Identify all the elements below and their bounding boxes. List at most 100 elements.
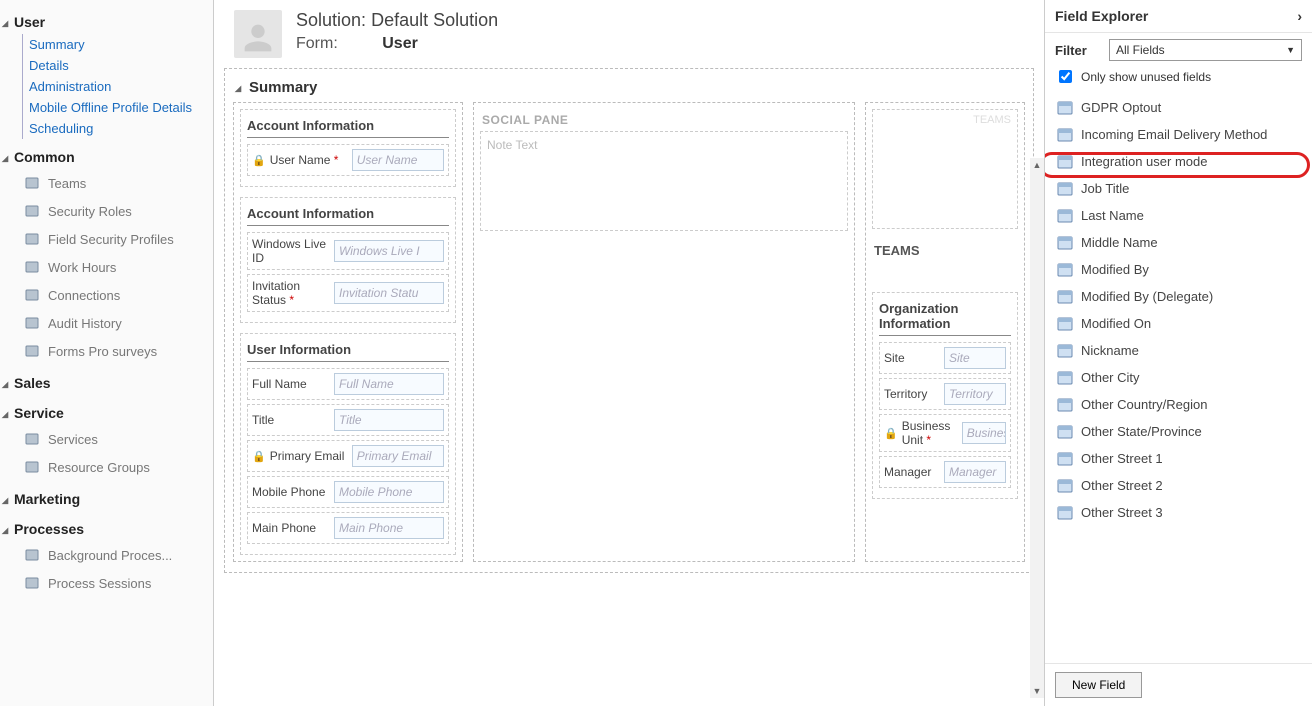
form-field-full-name[interactable]: Full NameFull Name (247, 368, 449, 400)
explorer-field-label: Modified By (1081, 262, 1149, 277)
chevron-right-icon[interactable]: › (1297, 8, 1302, 24)
field-icon (1057, 425, 1073, 439)
nav-section-service[interactable]: Service (0, 401, 213, 425)
explorer-field-other-street-1[interactable]: Other Street 1 (1051, 445, 1306, 472)
section-title[interactable]: Summary (233, 75, 1025, 102)
scroll-up-icon[interactable]: ▲ (1033, 158, 1042, 172)
form-field-main-phone[interactable]: Main PhoneMain Phone (247, 512, 449, 544)
nav-item-background-proces-[interactable]: Background Proces... (0, 541, 213, 569)
explorer-field-gdpr-optout[interactable]: GDPR Optout (1051, 94, 1306, 121)
nav-item-services[interactable]: Services (0, 425, 213, 453)
field-placeholder[interactable]: Invitation Statu (334, 282, 444, 304)
explorer-field-modified-on[interactable]: Modified On (1051, 310, 1306, 337)
field-placeholder[interactable]: Territory (944, 383, 1006, 405)
nav-section-common[interactable]: Common (0, 145, 213, 169)
field-placeholder[interactable]: Site (944, 347, 1006, 369)
form-column-3[interactable]: TEAMS TEAMS Organization Information Sit… (865, 102, 1025, 562)
field-explorer-title: Field Explorer (1055, 8, 1148, 24)
explorer-field-other-country-region[interactable]: Other Country/Region (1051, 391, 1306, 418)
entity-icon (24, 259, 40, 275)
field-icon (1057, 263, 1073, 277)
field-placeholder[interactable]: Primary Email (352, 445, 444, 467)
form-field-user-name[interactable]: 🔒User Name *User Name (247, 144, 449, 176)
nav-sublink-summary[interactable]: Summary (22, 34, 213, 55)
social-pane-title: SOCIAL PANE (480, 109, 848, 131)
section-summary[interactable]: Summary Account Information 🔒User Name *… (224, 68, 1034, 573)
form-field-primary-email[interactable]: 🔒Primary EmailPrimary Email (247, 440, 449, 472)
form-field-manager[interactable]: ManagerManager (879, 456, 1011, 488)
form-field-title[interactable]: TitleTitle (247, 404, 449, 436)
field-placeholder[interactable]: Business U (962, 422, 1006, 444)
field-explorer: Field Explorer › Filter All Fields Only … (1044, 0, 1312, 706)
form-column-2[interactable]: SOCIAL PANE Note Text (473, 102, 855, 562)
field-label: Invitation Status * (252, 279, 330, 307)
group-user-info[interactable]: User Information Full NameFull NameTitle… (240, 333, 456, 555)
explorer-field-middle-name[interactable]: Middle Name (1051, 229, 1306, 256)
nav-item-audit-history[interactable]: Audit History (0, 309, 213, 337)
nav-item-security-roles[interactable]: Security Roles (0, 197, 213, 225)
lock-icon: 🔒 (884, 427, 898, 440)
explorer-field-other-street-2[interactable]: Other Street 2 (1051, 472, 1306, 499)
explorer-field-nickname[interactable]: Nickname (1051, 337, 1306, 364)
only-unused-checkbox[interactable] (1059, 70, 1072, 83)
nav-sublink-scheduling[interactable]: Scheduling (22, 118, 213, 139)
explorer-field-other-state-province[interactable]: Other State/Province (1051, 418, 1306, 445)
form-field-site[interactable]: Site Site (879, 342, 1011, 374)
field-placeholder[interactable]: User Name (352, 149, 444, 171)
group-account-info-2[interactable]: Account Information Windows Live IDWindo… (240, 197, 456, 323)
nav-section-sales[interactable]: Sales (0, 371, 213, 395)
explorer-field-modified-by[interactable]: Modified By (1051, 256, 1306, 283)
nav-sublink-mobile-offline-profile-details[interactable]: Mobile Offline Profile Details (22, 97, 213, 118)
explorer-field-label: Job Title (1081, 181, 1129, 196)
explorer-field-job-title[interactable]: Job Title (1051, 175, 1306, 202)
nav-item-label: Security Roles (48, 204, 132, 219)
field-placeholder[interactable]: Main Phone (334, 517, 444, 539)
form-field-windows-live-id[interactable]: Windows Live IDWindows Live I (247, 232, 449, 270)
filter-select[interactable]: All Fields (1109, 39, 1302, 61)
nav-item-teams[interactable]: Teams (0, 169, 213, 197)
scroll-down-icon[interactable]: ▼ (1033, 684, 1042, 698)
explorer-field-incoming-email-delivery-method[interactable]: Incoming Email Delivery Method (1051, 121, 1306, 148)
nav-entity-header[interactable]: User (0, 10, 213, 34)
explorer-field-modified-by-delegate-[interactable]: Modified By (Delegate) (1051, 283, 1306, 310)
field-label: Site (884, 351, 940, 365)
avatar (234, 10, 282, 58)
field-icon (1057, 317, 1073, 331)
group-org-info[interactable]: Organization Information SiteSiteTerrito… (872, 292, 1018, 499)
new-field-button[interactable]: New Field (1055, 672, 1142, 698)
nav-item-process-sessions[interactable]: Process Sessions (0, 569, 213, 597)
nav-sublink-administration[interactable]: Administration (22, 76, 213, 97)
nav-item-forms-pro-surveys[interactable]: Forms Pro surveys (0, 337, 213, 365)
form-field-business-unit[interactable]: 🔒Business Unit *Business U (879, 414, 1011, 452)
teams-subgrid[interactable]: TEAMS (872, 109, 1018, 229)
canvas-scrollbar[interactable]: ▲ ▼ (1030, 158, 1044, 698)
explorer-field-label: Other State/Province (1081, 424, 1202, 439)
form-field-mobile-phone[interactable]: Mobile Phone Mobile Phone (247, 476, 449, 508)
group-account-info-1[interactable]: Account Information 🔒User Name *User Nam… (240, 109, 456, 187)
field-label: Mobile Phone (252, 485, 330, 499)
field-placeholder[interactable]: Mobile Phone (334, 481, 444, 503)
form-column-1[interactable]: Account Information 🔒User Name *User Nam… (233, 102, 463, 562)
nav-item-field-security-profiles[interactable]: Field Security Profiles (0, 225, 213, 253)
field-placeholder[interactable]: Manager (944, 461, 1006, 483)
social-pane-body[interactable]: Note Text (480, 131, 848, 231)
nav-item-label: Audit History (48, 316, 122, 331)
explorer-field-other-street-3[interactable]: Other Street 3 (1051, 499, 1306, 526)
explorer-field-label: Nickname (1081, 343, 1139, 358)
nav-section-marketing[interactable]: Marketing (0, 487, 213, 511)
explorer-field-last-name[interactable]: Last Name (1051, 202, 1306, 229)
nav-item-work-hours[interactable]: Work Hours (0, 253, 213, 281)
field-placeholder[interactable]: Title (334, 409, 444, 431)
nav-item-label: Forms Pro surveys (48, 344, 157, 359)
nav-item-connections[interactable]: Connections (0, 281, 213, 309)
nav-item-resource-groups[interactable]: Resource Groups (0, 453, 213, 481)
nav-section-processes[interactable]: Processes (0, 517, 213, 541)
form-field-territory[interactable]: TerritoryTerritory (879, 378, 1011, 410)
nav-sublink-details[interactable]: Details (22, 55, 213, 76)
field-placeholder[interactable]: Full Name (334, 373, 444, 395)
explorer-field-integration-user-mode[interactable]: Integration user mode (1051, 148, 1306, 175)
group-title: Account Information (247, 116, 449, 138)
form-field-invitation-status[interactable]: Invitation Status *Invitation Statu (247, 274, 449, 312)
field-placeholder[interactable]: Windows Live I (334, 240, 444, 262)
explorer-field-other-city[interactable]: Other City (1051, 364, 1306, 391)
